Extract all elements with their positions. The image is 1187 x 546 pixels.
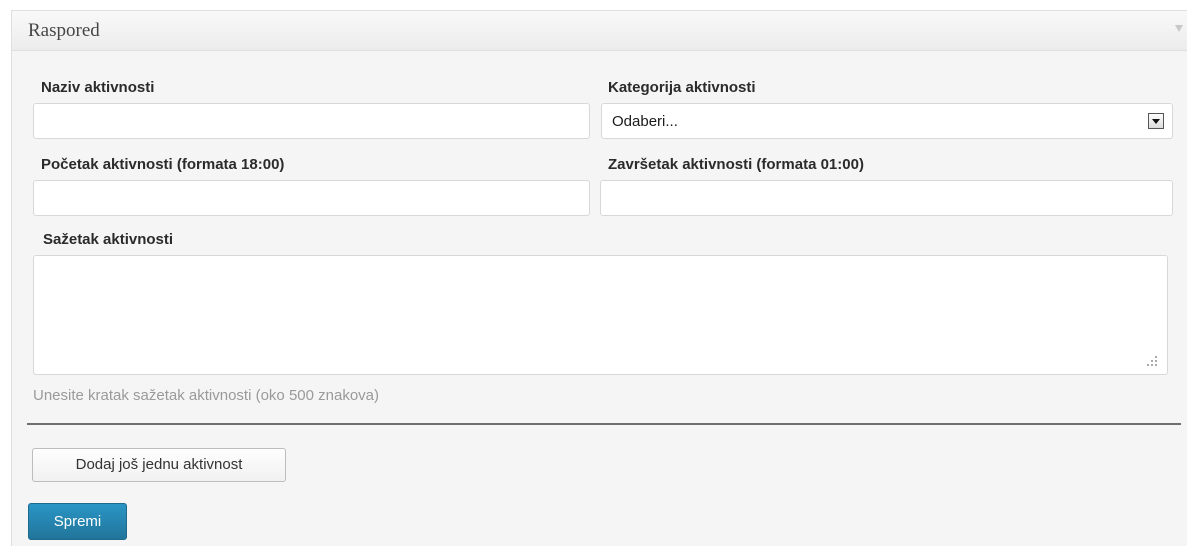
activity-name-label: Naziv aktivnosti (41, 79, 155, 96)
activity-summary-textarea[interactable] (33, 255, 1168, 375)
activity-start-input[interactable] (33, 180, 590, 216)
section-divider (27, 423, 1181, 425)
add-activity-button[interactable]: Dodaj još jednu aktivnost (32, 448, 286, 482)
activity-category-select[interactable]: Odaberi... (601, 103, 1173, 139)
activity-start-label: Početak aktivnosti (formata 18:00) (41, 156, 285, 173)
collapse-toggle-icon[interactable] (1175, 25, 1183, 32)
dropdown-arrow-icon[interactable] (1148, 113, 1164, 129)
schedule-metabox: Raspored Naziv aktivnosti Kategorija akt… (11, 10, 1187, 546)
resize-grip-icon[interactable] (1147, 356, 1157, 366)
activity-summary-label: Sažetak aktivnosti (43, 231, 174, 248)
activity-name-input[interactable] (33, 103, 590, 139)
category-selected-value: Odaberi... (612, 113, 678, 130)
activity-end-input[interactable] (600, 180, 1173, 216)
summary-hint: Unesite kratak sažetak aktivnosti (oko 5… (33, 387, 380, 404)
metabox-title: Raspored (28, 20, 100, 41)
metabox-header[interactable]: Raspored (12, 11, 1187, 51)
activity-end-label: Završetak aktivnosti (formata 01:00) (608, 156, 864, 173)
save-button[interactable]: Spremi (28, 503, 127, 540)
activity-category-label: Kategorija aktivnosti (608, 79, 756, 96)
